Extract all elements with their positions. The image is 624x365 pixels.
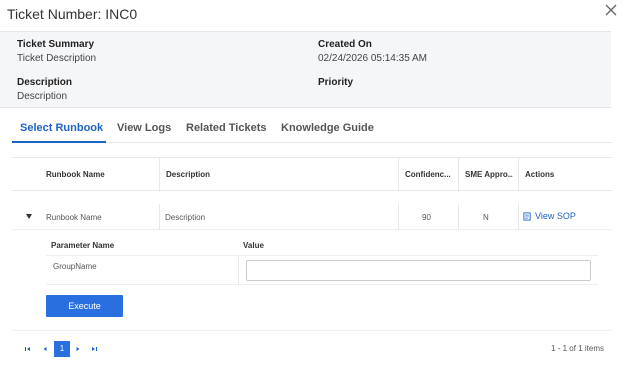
first-page-icon bbox=[25, 347, 30, 351]
column-divider bbox=[518, 204, 519, 230]
runbook-grid-header: Runbook Name Description Confidenc... SM… bbox=[12, 157, 612, 192]
column-header-parameter-name: Parameter Name bbox=[51, 241, 115, 250]
column-divider bbox=[238, 256, 239, 285]
prev-page-icon bbox=[43, 347, 47, 351]
document-icon bbox=[523, 211, 531, 221]
pagination: 1 1 - 1 of 1 items bbox=[12, 330, 612, 365]
parameter-row: GroupName bbox=[46, 256, 598, 285]
tab-select-runbook[interactable]: Select Runbook bbox=[20, 122, 103, 134]
ticket-summary-value: Ticket Description bbox=[17, 53, 97, 64]
previous-page-button[interactable] bbox=[41, 345, 49, 353]
table-row: Runbook Name Description 90 N View SOP bbox=[12, 204, 612, 230]
last-page-icon bbox=[92, 347, 97, 351]
tab-related-tickets[interactable]: Related Tickets bbox=[186, 122, 267, 134]
column-header-sme-approved[interactable]: SME Appro... bbox=[465, 170, 513, 179]
column-divider bbox=[398, 158, 399, 192]
column-divider bbox=[159, 158, 160, 192]
created-on-value: 02/24/2026 05:14:35 AM bbox=[318, 53, 427, 64]
close-button[interactable] bbox=[603, 2, 619, 18]
view-sop-label: View SOP bbox=[535, 211, 576, 221]
description-cell: Description bbox=[165, 213, 206, 222]
created-on-label: Created On bbox=[318, 39, 372, 50]
ticket-summary-panel: Ticket Summary Ticket Description Create… bbox=[0, 31, 611, 108]
next-page-button[interactable] bbox=[74, 345, 82, 353]
last-page-button[interactable] bbox=[90, 345, 98, 353]
modal-title: Ticket Number: INC0 bbox=[7, 6, 138, 22]
execute-button[interactable]: Execute bbox=[46, 295, 123, 317]
column-header-value: Value bbox=[243, 241, 264, 250]
column-header-actions[interactable]: Actions bbox=[525, 170, 554, 179]
expand-row-icon[interactable] bbox=[26, 214, 32, 219]
pagination-info: 1 - 1 of 1 items bbox=[551, 344, 604, 353]
sme-approved-cell: N bbox=[483, 213, 489, 222]
priority-label: Priority bbox=[318, 77, 354, 88]
ticket-summary-label: Ticket Summary bbox=[17, 39, 95, 50]
view-sop-link[interactable]: View SOP bbox=[523, 211, 576, 221]
page-number-current[interactable]: 1 bbox=[54, 341, 70, 357]
close-icon bbox=[605, 4, 617, 16]
column-divider bbox=[159, 204, 160, 230]
confidence-cell: 90 bbox=[422, 213, 431, 222]
parameter-grid-header: Parameter Name Value bbox=[46, 236, 598, 256]
column-divider bbox=[518, 158, 519, 192]
column-divider bbox=[458, 158, 459, 192]
column-header-runbook-name[interactable]: Runbook Name bbox=[46, 170, 105, 179]
column-divider bbox=[398, 204, 399, 230]
tab-knowledge-guide[interactable]: Knowledge Guide bbox=[281, 122, 374, 134]
parameter-name-cell: GroupName bbox=[53, 262, 97, 271]
tab-view-logs[interactable]: View Logs bbox=[117, 122, 171, 134]
column-header-confidence[interactable]: Confidenc... bbox=[405, 170, 453, 179]
tab-bar: Select Runbook View Logs Related Tickets… bbox=[12, 118, 612, 143]
description-value: Description bbox=[17, 91, 68, 102]
description-label: Description bbox=[17, 77, 73, 88]
runbook-name-cell: Runbook Name bbox=[46, 213, 102, 222]
column-divider bbox=[458, 204, 459, 230]
first-page-button[interactable] bbox=[24, 345, 32, 353]
parameter-value-input[interactable] bbox=[246, 260, 591, 281]
next-page-icon bbox=[76, 347, 80, 351]
column-header-description[interactable]: Description bbox=[166, 170, 210, 179]
active-tab-indicator bbox=[12, 141, 106, 143]
